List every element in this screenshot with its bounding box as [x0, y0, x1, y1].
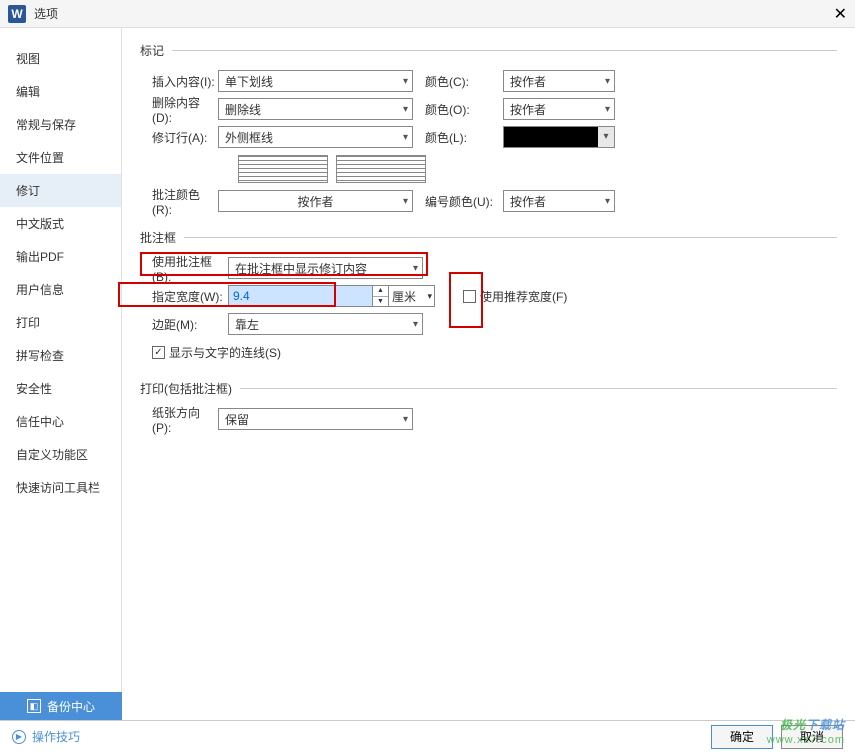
- insert-color-label: 颜色(C):: [425, 73, 503, 90]
- recommended-width-label: 使用推荐宽度(F): [480, 288, 567, 305]
- app-icon: W: [8, 5, 26, 23]
- preview-box-2: [336, 155, 426, 183]
- use-balloon-label: 使用批注框(B):: [140, 253, 228, 284]
- sidebar-item-user-info[interactable]: 用户信息: [0, 273, 121, 306]
- section-marks: 标记 插入内容(I): 单下划线 颜色(C): 按作者 删除内容(D): 删除线…: [140, 42, 837, 217]
- tips-link[interactable]: ▶ 操作技巧: [12, 728, 80, 745]
- tips-icon: ▶: [12, 730, 26, 744]
- sidebar-item-general-save[interactable]: 常规与保存: [0, 108, 121, 141]
- window-title: 选项: [34, 5, 815, 22]
- sidebar-item-quick-access[interactable]: 快速访问工具栏: [0, 471, 121, 504]
- sidebar-item-file-location[interactable]: 文件位置: [0, 141, 121, 174]
- spinner-up-icon: ▲: [373, 286, 388, 297]
- bottom-bar: ▶ 操作技巧 确定 取消: [0, 720, 855, 752]
- sidebar-item-spellcheck[interactable]: 拼写检查: [0, 339, 121, 372]
- revline-color-label: 颜色(L):: [425, 129, 503, 146]
- backup-icon: ◧: [27, 699, 41, 713]
- revline-label: 修订行(A):: [140, 129, 218, 146]
- content-panel: 标记 插入内容(I): 单下划线 颜色(C): 按作者 删除内容(D): 删除线…: [122, 28, 855, 692]
- sidebar-item-revision[interactable]: 修订: [0, 174, 121, 207]
- comment-color-select[interactable]: 按作者: [218, 190, 413, 212]
- revline-select[interactable]: 外侧框线: [218, 126, 413, 148]
- section-marks-legend: 标记: [140, 42, 172, 59]
- ok-button[interactable]: 确定: [711, 725, 773, 749]
- section-balloon-legend: 批注框: [140, 229, 184, 246]
- sidebar-item-view[interactable]: 视图: [0, 42, 121, 75]
- sidebar-item-output-pdf[interactable]: 输出PDF: [0, 240, 121, 273]
- insert-color-select[interactable]: 按作者: [503, 70, 615, 92]
- revline-color-select[interactable]: [503, 126, 615, 148]
- insert-label: 插入内容(I):: [140, 73, 218, 90]
- sidebar-item-chinese-layout[interactable]: 中文版式: [0, 207, 121, 240]
- number-color-select[interactable]: 按作者: [503, 190, 615, 212]
- use-balloon-select[interactable]: 在批注框中显示修订内容: [228, 257, 423, 279]
- footer: ◧ 备份中心: [0, 692, 855, 720]
- margin-select[interactable]: 靠左: [228, 313, 423, 335]
- margin-label: 边距(M):: [140, 316, 228, 333]
- cancel-button[interactable]: 取消: [781, 725, 843, 749]
- preview-boxes: [238, 155, 837, 183]
- width-spinner[interactable]: ▲▼: [373, 285, 389, 307]
- close-icon[interactable]: ✕: [815, 4, 847, 24]
- number-color-label: 编号颜色(U):: [425, 193, 503, 210]
- spinner-down-icon: ▼: [373, 297, 388, 307]
- backup-center-button[interactable]: ◧ 备份中心: [0, 692, 122, 720]
- delete-select[interactable]: 删除线: [218, 98, 413, 120]
- sidebar-item-edit[interactable]: 编辑: [0, 75, 121, 108]
- showline-checkbox[interactable]: ✓ 显示与文字的连线(S): [152, 344, 281, 361]
- section-print-legend: 打印(包括批注框): [140, 380, 240, 397]
- checkbox-icon: ✓: [152, 346, 165, 359]
- orient-select[interactable]: 保留: [218, 408, 413, 430]
- sidebar-item-custom-ribbon[interactable]: 自定义功能区: [0, 438, 121, 471]
- sidebar-item-security[interactable]: 安全性: [0, 372, 121, 405]
- recommended-width-checkbox[interactable]: 使用推荐宽度(F): [463, 288, 567, 305]
- delete-color-label: 颜色(O):: [425, 101, 503, 118]
- section-balloon: 批注框 使用批注框(B): 在批注框中显示修订内容 指定宽度(W): ▲▼ 厘米…: [140, 229, 837, 368]
- showline-label: 显示与文字的连线(S): [169, 344, 281, 361]
- insert-select[interactable]: 单下划线: [218, 70, 413, 92]
- title-bar: W 选项 ✕: [0, 0, 855, 28]
- width-input[interactable]: [228, 285, 373, 307]
- delete-color-select[interactable]: 按作者: [503, 98, 615, 120]
- width-label: 指定宽度(W):: [140, 288, 228, 305]
- preview-box-1: [238, 155, 328, 183]
- delete-label: 删除内容(D):: [140, 94, 218, 125]
- section-print: 打印(包括批注框) 纸张方向(P): 保留: [140, 380, 837, 435]
- sidebar-item-print[interactable]: 打印: [0, 306, 121, 339]
- orient-label: 纸张方向(P):: [140, 404, 218, 435]
- sidebar: 视图 编辑 常规与保存 文件位置 修订 中文版式 输出PDF 用户信息 打印 拼…: [0, 28, 122, 692]
- comment-color-label: 批注颜色(R):: [140, 186, 218, 217]
- sidebar-item-trust-center[interactable]: 信任中心: [0, 405, 121, 438]
- width-unit-select[interactable]: 厘米: [389, 285, 435, 307]
- checkbox-icon: [463, 290, 476, 303]
